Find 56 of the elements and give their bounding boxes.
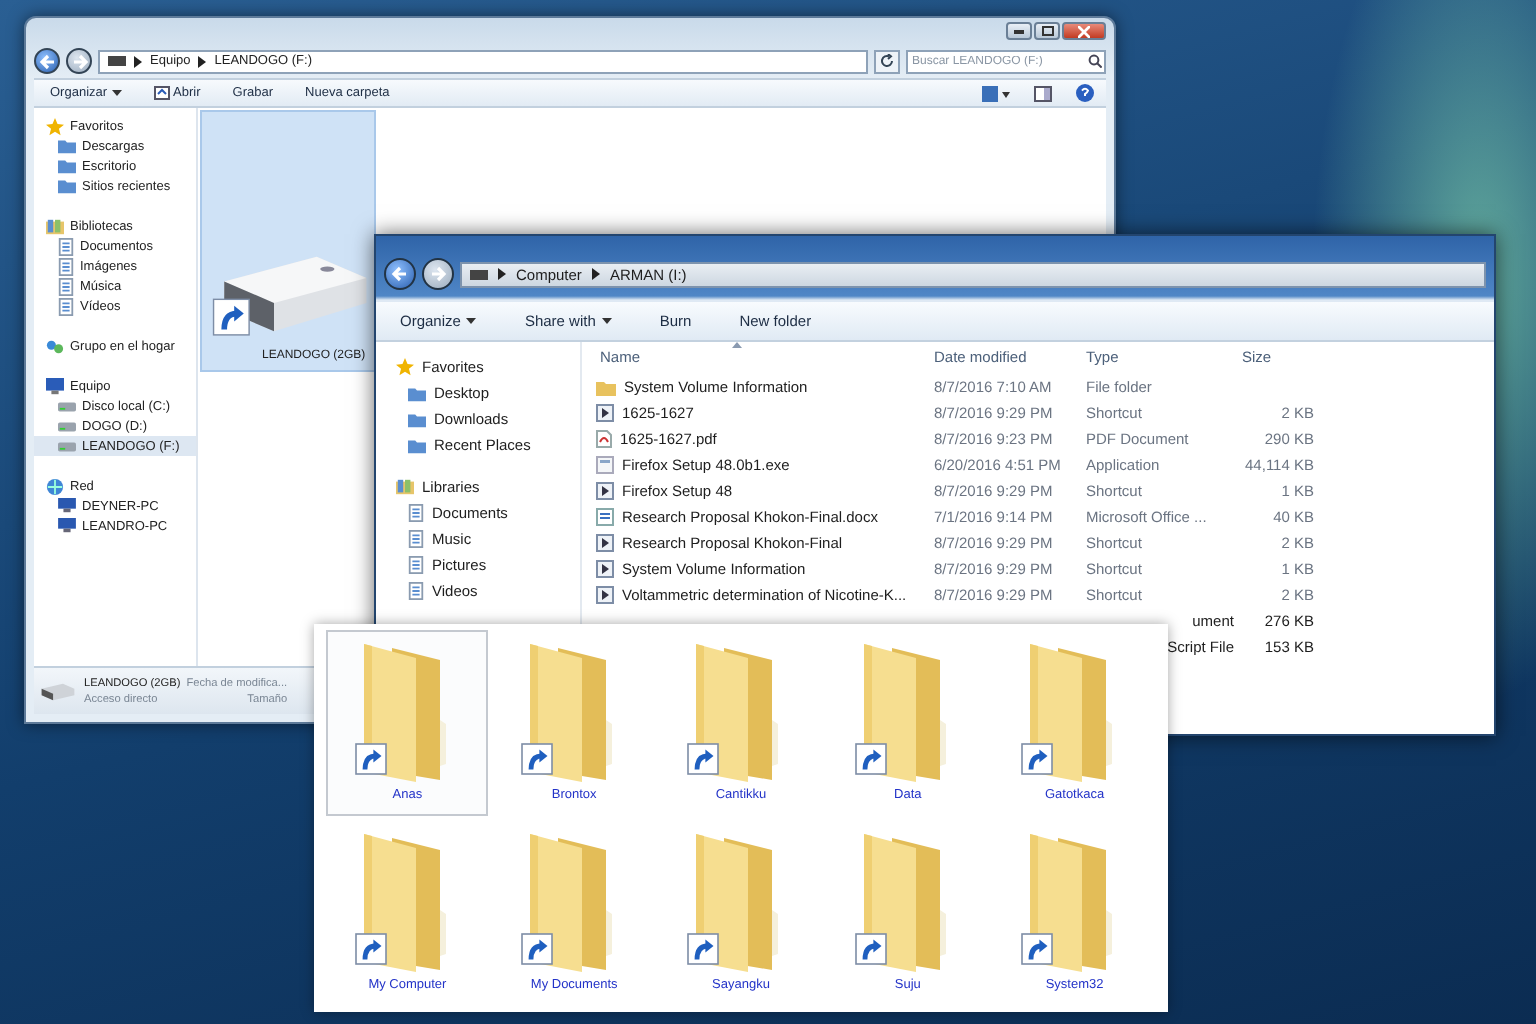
forward-button[interactable]: [66, 48, 92, 74]
caret-icon: [466, 317, 477, 325]
maximize-button[interactable]: [1034, 22, 1060, 40]
close-button[interactable]: [1062, 22, 1106, 40]
shortcut-icon: [596, 534, 614, 552]
drive-icon: [108, 56, 126, 66]
drive-icon: [470, 269, 488, 279]
back-button[interactable]: [34, 48, 60, 74]
document-icon: [596, 508, 614, 526]
shortcut-icon: [596, 560, 614, 578]
preview-pane-button[interactable]: [1034, 85, 1052, 101]
chevron-icon: [198, 55, 207, 67]
chevron-icon: [498, 268, 506, 280]
minimize-icon: [1014, 29, 1024, 33]
document-icon: [408, 530, 424, 548]
shortcut-icon: [596, 586, 614, 604]
caret-icon: [111, 89, 122, 97]
drive-icon: [58, 399, 76, 413]
forward-button[interactable]: [422, 258, 454, 290]
chevron-icon: [134, 55, 142, 67]
arrow-right-icon: [428, 264, 448, 284]
drive-icon: [40, 681, 76, 701]
views-button[interactable]: [982, 85, 1010, 101]
application-icon: [596, 456, 614, 474]
library-icon: [396, 478, 414, 496]
refresh-icon: [880, 54, 894, 68]
arrow-left-icon: [390, 264, 410, 284]
homegroup-icon: [46, 337, 64, 355]
monitor-icon: [58, 518, 76, 534]
minimize-button[interactable]: [1006, 22, 1032, 40]
shortcut-icon: [596, 482, 614, 500]
pdf-file-icon: [596, 430, 612, 448]
star-icon: [396, 358, 414, 376]
star-icon: [46, 117, 64, 135]
drive-icon: [58, 419, 76, 433]
monitor-icon: [58, 498, 76, 514]
open-icon: [153, 86, 170, 100]
document-icon: [408, 504, 424, 522]
drive-icon: [58, 439, 76, 453]
library-icon: [46, 217, 64, 235]
maximize-icon: [1041, 26, 1053, 36]
close-icon: [1078, 25, 1090, 37]
help-button[interactable]: [1076, 84, 1094, 102]
folder-icon: [596, 379, 616, 395]
document-icon: [408, 556, 424, 574]
arrow-right-icon: [69, 51, 89, 71]
arrow-left-icon: [37, 51, 57, 71]
chevron-icon: [591, 268, 600, 280]
refresh-button[interactable]: [874, 49, 900, 73]
computer-icon: [46, 377, 64, 395]
back-button[interactable]: [384, 258, 416, 290]
search-icon: [1088, 54, 1102, 68]
network-icon: [46, 477, 64, 495]
shortcut-icon: [596, 404, 614, 422]
document-icon: [408, 582, 424, 600]
caret-icon: [601, 317, 612, 325]
